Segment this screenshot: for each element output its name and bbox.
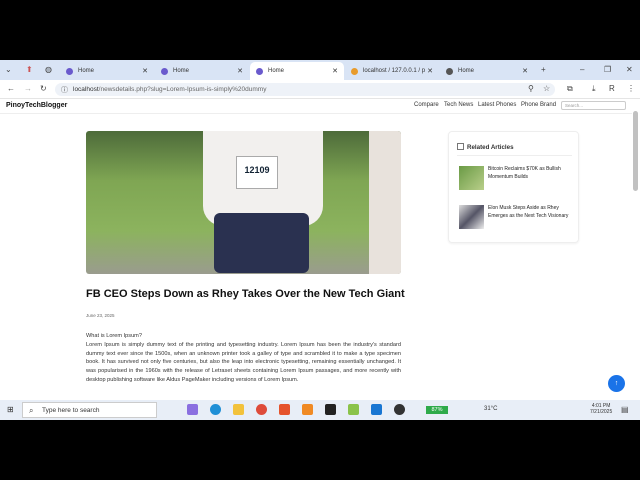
related-heading-text: Related Articles <box>467 144 514 151</box>
tab-home-active[interactable]: Home ✕ <box>250 62 344 80</box>
related-thumbnail <box>459 166 484 190</box>
close-tab-icon[interactable]: ✕ <box>522 67 528 75</box>
nav-phone-brand[interactable]: Phone Brand <box>521 102 556 108</box>
tab-favicon-icon <box>446 67 453 75</box>
forward-icon[interactable]: → <box>24 84 32 93</box>
xampp-icon[interactable] <box>302 404 313 415</box>
tab-label: Home <box>458 68 475 74</box>
back-icon[interactable]: ← <box>7 84 15 93</box>
clock[interactable]: 4:01 PM 7/21/2025 <box>590 403 612 415</box>
article-hero-image: 12109 <box>86 131 401 274</box>
race-bib: 12109 <box>236 156 278 189</box>
web-page: PinoyTechBlogger Compare Tech News Lates… <box>0 99 640 400</box>
reload-icon[interactable]: ↻ <box>40 84 47 93</box>
url-input[interactable]: ⓘ localhost/newsdetails.php?slug=Lorem-Ip… <box>55 83 555 96</box>
article-date: June 23, 2025 <box>86 313 115 318</box>
notepad-icon[interactable] <box>348 404 359 415</box>
restore-icon[interactable]: ❐ <box>604 65 611 74</box>
url-host: localhost <box>73 86 99 93</box>
notifications-icon[interactable]: ▤ <box>621 405 629 414</box>
nav-compare[interactable]: Compare <box>414 102 439 108</box>
nav-latest-phones[interactable]: Latest Phones <box>478 102 516 108</box>
runner-shorts <box>214 213 309 273</box>
start-icon[interactable]: ⊞ <box>7 405 14 414</box>
new-tab-icon[interactable]: + <box>541 65 546 74</box>
weather[interactable]: 31°C <box>484 406 497 412</box>
search-icon: ⌕ <box>29 406 34 415</box>
tab-search-icon[interactable]: ⌄ <box>5 65 12 74</box>
minimize-icon[interactable]: – <box>580 65 584 74</box>
profile-icon[interactable]: R <box>609 84 615 93</box>
copilot-icon[interactable] <box>187 404 198 415</box>
page-scrollbar[interactable] <box>633 111 638 191</box>
pinned-tab-icon[interactable]: ⬆ <box>26 65 33 74</box>
tab-favicon-icon <box>256 67 263 75</box>
menu-icon[interactable]: ⋮ <box>627 84 635 93</box>
article-title: FB CEO Steps Down as Rhey Takes Over the… <box>86 288 405 300</box>
nav-tech-news[interactable]: Tech News <box>444 102 473 108</box>
newspaper-icon <box>457 143 464 150</box>
download-icon[interactable]: ⤓ <box>592 84 596 94</box>
close-tab-icon[interactable]: ✕ <box>332 67 338 75</box>
battery-meter[interactable]: 87% <box>426 406 448 414</box>
site-search-input[interactable]: Search... <box>561 101 626 110</box>
extensions-icon[interactable]: ⧉ <box>567 84 573 94</box>
brave-icon[interactable] <box>279 404 290 415</box>
close-tab-icon[interactable]: ✕ <box>427 67 433 75</box>
bookmark-star-icon[interactable]: ☆ <box>543 84 550 93</box>
related-heading: Related Articles <box>457 143 514 151</box>
windows-taskbar: ⊞ ⌕ Type here to search 87% 31°C 4:01 PM 7… <box>0 400 640 420</box>
zoom-icon[interactable]: ⚲ <box>528 84 534 93</box>
related-thumbnail <box>459 205 484 229</box>
url-path: /newsdetails.php?slug=Lorem-Ipsum-is-sim… <box>98 86 267 93</box>
app-icon[interactable] <box>394 404 405 415</box>
chrome-icon[interactable] <box>256 404 267 415</box>
tab-label: Home <box>78 68 95 74</box>
related-item-title[interactable]: Bitcoin Reclaims $70K as Bullish Momentu… <box>488 166 574 190</box>
tab-favicon-icon <box>66 67 73 75</box>
vscode-icon[interactable] <box>371 404 382 415</box>
tab-phpmyadmin[interactable]: localhost / 127.0.0.1 / p ✕ <box>345 62 439 80</box>
article-paragraph: Lorem Ipsum is simply dummy text of the … <box>86 341 401 383</box>
tab-favicon-icon <box>161 67 168 75</box>
related-articles-card: Related Articles Bitcoin Reclaims $70K a… <box>448 131 579 243</box>
terminal-icon[interactable] <box>325 404 336 415</box>
tab-home-3[interactable]: Home ✕ <box>440 62 534 80</box>
taskbar-search-text: Type here to search <box>42 407 100 414</box>
tab-label: Home <box>173 68 190 74</box>
close-tab-icon[interactable]: ✕ <box>142 67 148 75</box>
tab-label: localhost / 127.0.0.1 / p <box>363 68 426 74</box>
tab-favicon-icon <box>351 67 358 75</box>
header-divider <box>0 113 632 114</box>
date: 7/21/2025 <box>590 409 613 415</box>
scroll-to-top-button[interactable]: ↑ <box>608 375 625 392</box>
tab-home-2[interactable]: Home ✕ <box>155 62 249 80</box>
related-item-title[interactable]: Elon Musk Steps Aside as Rhey Emerges as… <box>488 205 574 229</box>
tab-strip: ⌄ ⬆ ◍ Home ✕ Home ✕ Home ✕ localhost / 127.… <box>0 60 640 80</box>
file-explorer-icon[interactable] <box>233 404 244 415</box>
related-item[interactable]: Elon Musk Steps Aside as Rhey Emerges as… <box>459 205 574 229</box>
address-bar-row: ← → ↻ ⓘ localhost/newsdetails.php?slug=Lo… <box>0 80 640 99</box>
pinned-tab-globe-icon[interactable]: ◍ <box>45 65 52 74</box>
second-runner <box>369 131 401 274</box>
article-body: What is Lorem Ipsum? Lorem Ipsum is simp… <box>86 332 401 385</box>
site-info-icon[interactable]: ⓘ <box>61 85 68 95</box>
taskbar-search[interactable]: ⌕ Type here to search <box>22 402 157 418</box>
tab-label: Home <box>268 68 285 74</box>
edge-icon[interactable] <box>210 404 221 415</box>
close-tab-icon[interactable]: ✕ <box>237 67 243 75</box>
related-divider <box>457 155 572 156</box>
article-subheading: What is Lorem Ipsum? <box>86 333 142 339</box>
site-brand[interactable]: PinoyTechBlogger <box>6 102 67 109</box>
close-window-icon[interactable]: ✕ <box>626 65 633 74</box>
related-item[interactable]: Bitcoin Reclaims $70K as Bullish Momentu… <box>459 166 574 190</box>
tab-home-1[interactable]: Home ✕ <box>60 62 154 80</box>
